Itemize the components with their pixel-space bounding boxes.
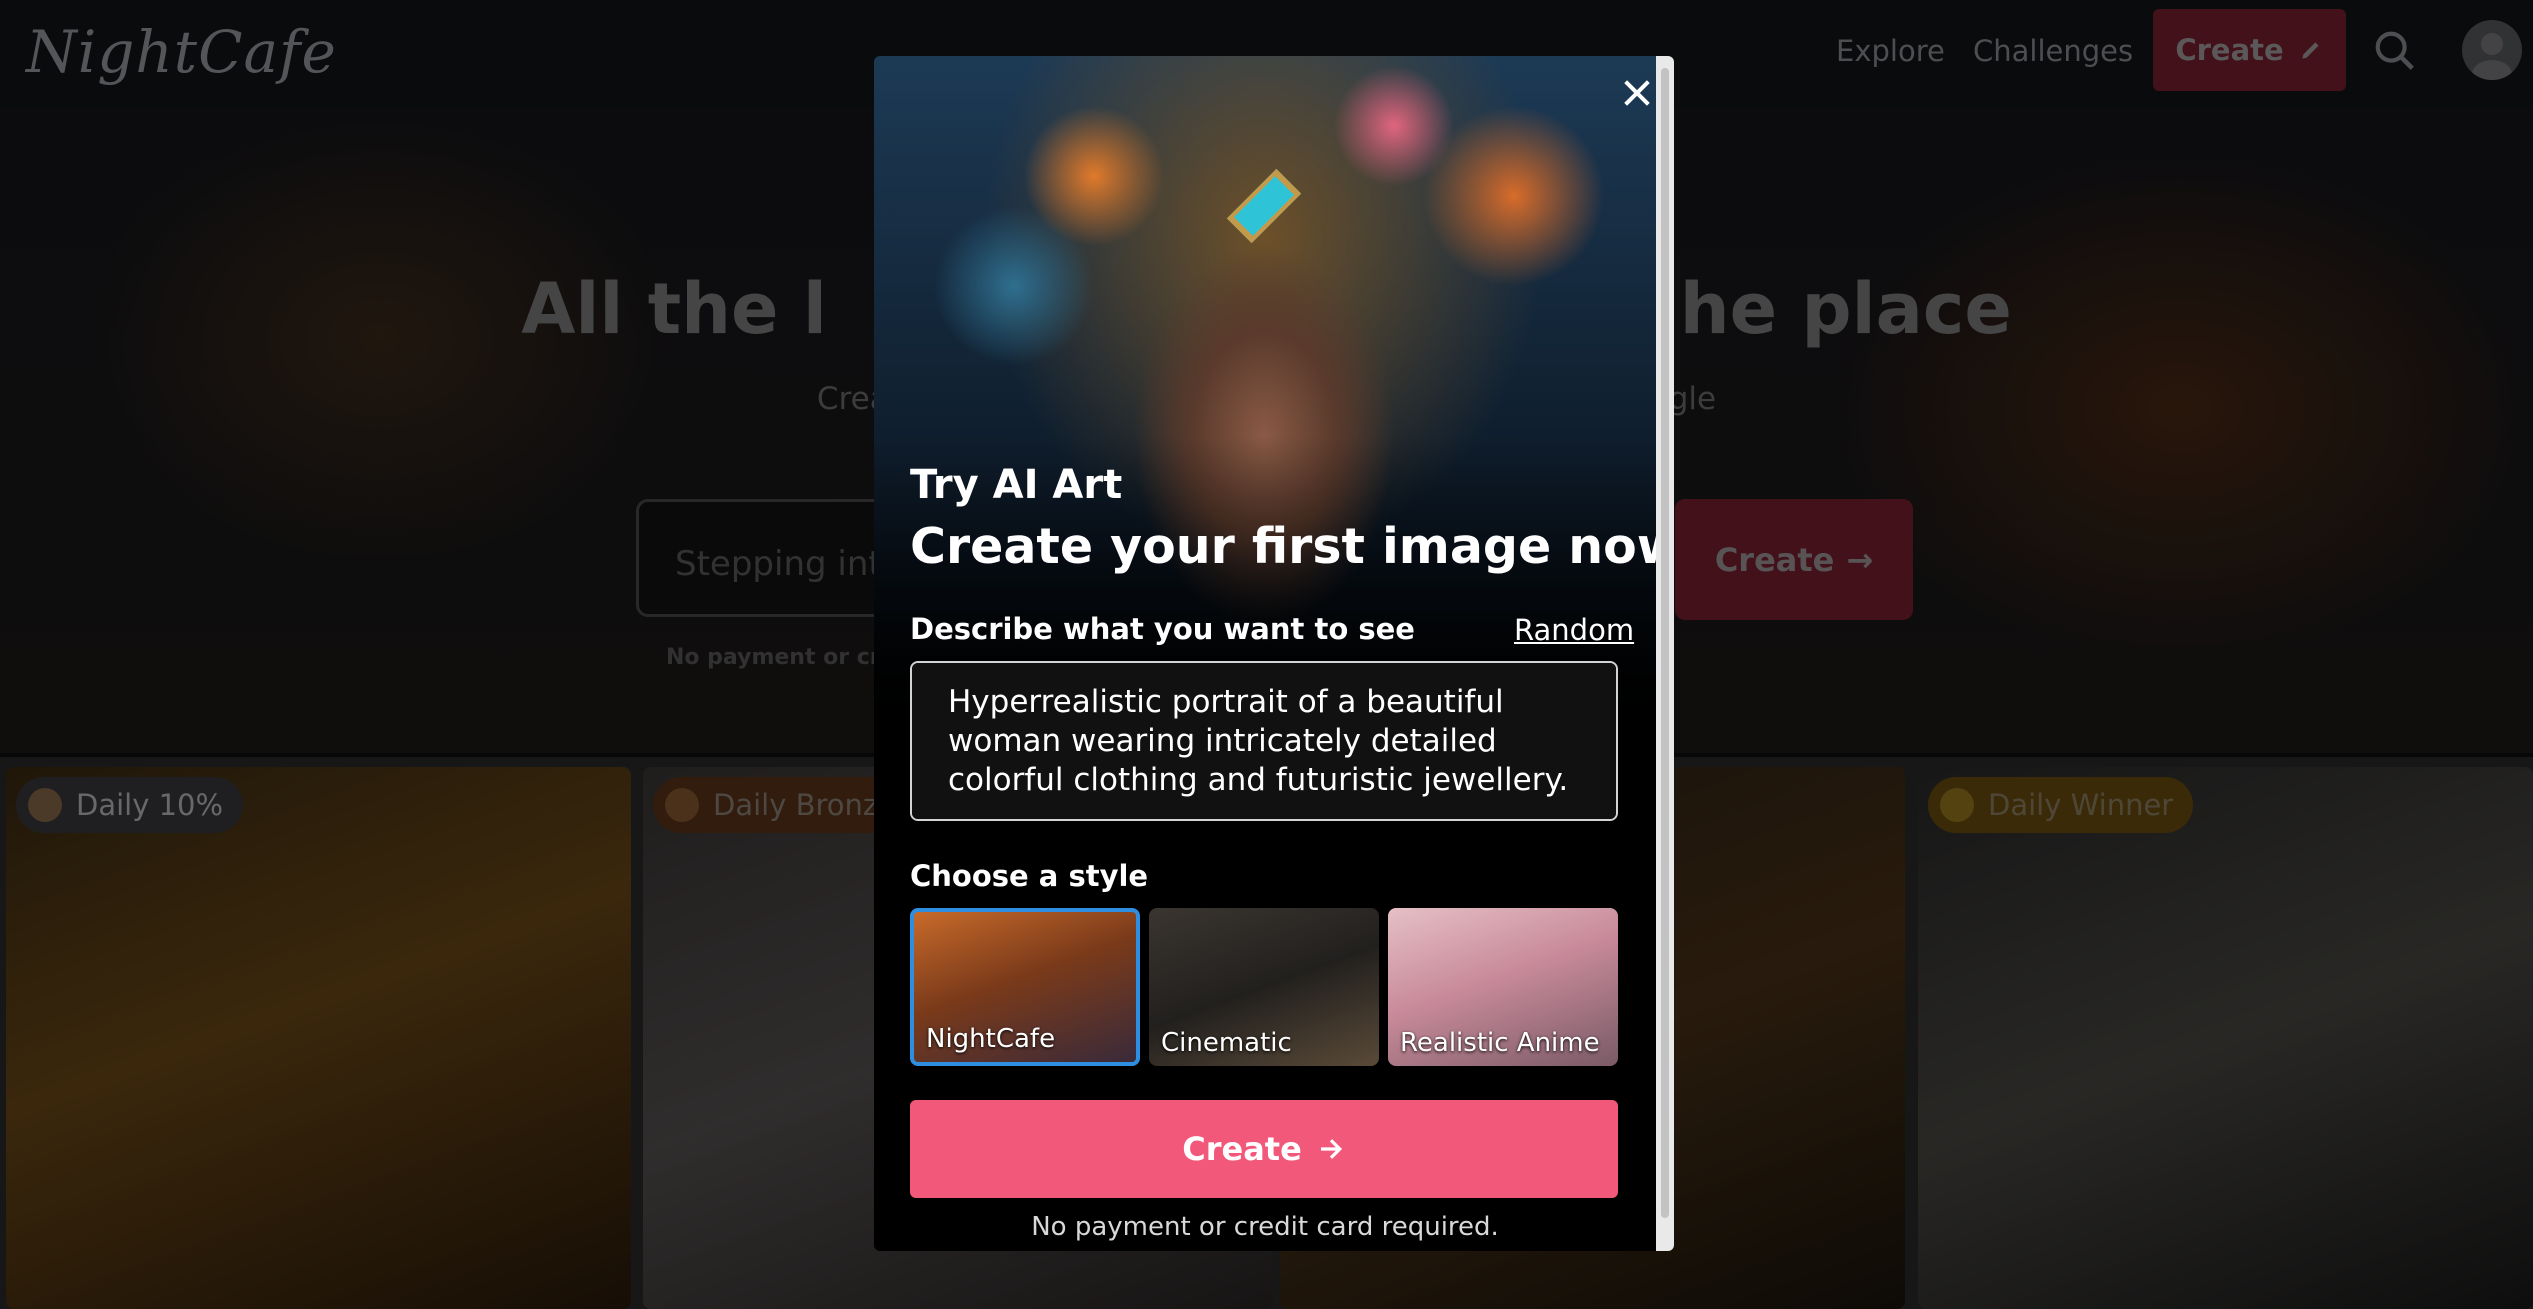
describe-label: Describe what you want to see — [910, 612, 1415, 646]
close-button[interactable] — [1614, 70, 1660, 116]
arrow-right-icon — [1320, 1139, 1342, 1159]
style-tile-nightcafe[interactable]: NightCafe — [910, 908, 1140, 1066]
no-payment-note: No payment or credit card required. — [1031, 1212, 1499, 1242]
modal-create-button[interactable]: Create — [910, 1100, 1618, 1198]
choose-style-label: Choose a style — [910, 859, 1149, 893]
modal-headline: Create your first image now! — [910, 518, 1674, 575]
style-label: Realistic Anime — [1400, 1028, 1600, 1058]
prompt-textarea[interactable]: Hyperrealistic portrait of a beautiful w… — [910, 661, 1618, 821]
random-link[interactable]: Random — [1514, 613, 1634, 647]
close-icon — [1624, 80, 1650, 106]
scrollbar-thumb[interactable] — [1661, 68, 1669, 1218]
style-tile-realistic-anime[interactable]: Realistic Anime — [1388, 908, 1618, 1066]
style-label: NightCafe — [926, 1024, 1056, 1054]
try-ai-art-modal: Try AI Art Create your first image now! … — [874, 56, 1674, 1251]
modal-create-label: Create — [1182, 1130, 1302, 1168]
modal-eyebrow: Try AI Art — [910, 462, 1123, 508]
style-label: Cinematic — [1161, 1028, 1292, 1058]
style-tile-cinematic[interactable]: Cinematic — [1149, 908, 1379, 1066]
modal-scrollbar[interactable] — [1656, 56, 1674, 1251]
